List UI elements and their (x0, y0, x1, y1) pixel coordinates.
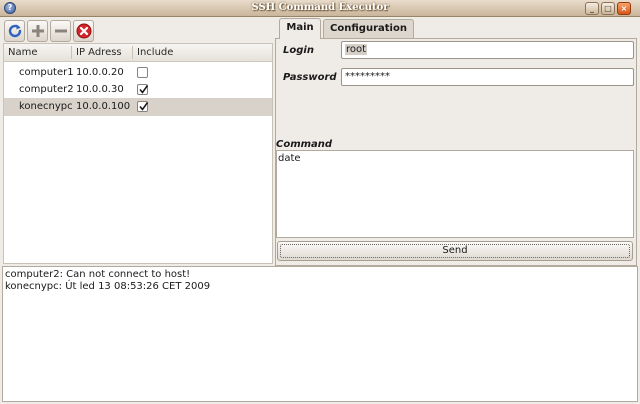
minimize-button[interactable]: _ (585, 2, 599, 15)
host-ip: 10.0.0.100 (76, 101, 131, 112)
plus-icon (32, 25, 44, 37)
host-ip: 10.0.0.30 (76, 84, 124, 95)
include-checkbox[interactable] (137, 84, 149, 95)
command-value: date (278, 153, 301, 164)
checkmark-icon (139, 85, 149, 94)
command-textarea[interactable]: date (276, 150, 634, 238)
log-line: konecnypc: Út led 13 08:53:26 CET 2009 (5, 281, 211, 292)
password-field[interactable]: ********* (341, 68, 634, 86)
host-name: konecnypc (19, 101, 73, 112)
stop-button[interactable] (73, 20, 94, 42)
close-window-button[interactable]: × (617, 2, 631, 15)
column-header-name[interactable]: Name (8, 47, 38, 58)
host-name: computer1 (19, 67, 74, 78)
output-log[interactable]: computer2: Can not connect to host! kone… (2, 266, 638, 402)
host-row[interactable]: computer1 10.0.0.20 (4, 64, 272, 82)
add-host-button[interactable] (27, 20, 48, 42)
remove-host-button[interactable] (50, 20, 71, 42)
stop-icon (76, 23, 92, 39)
host-row[interactable]: computer2 10.0.0.30 (4, 81, 272, 99)
column-separator[interactable] (132, 46, 133, 59)
column-header-ip[interactable]: IP Adress (76, 47, 122, 58)
minus-icon (55, 29, 67, 33)
send-button-label: Send (442, 245, 468, 256)
host-row[interactable]: konecnypc 10.0.0.100 (4, 98, 272, 116)
login-label: Login (283, 45, 314, 56)
log-line: computer2: Can not connect to host! (5, 269, 191, 280)
password-value: ********* (345, 71, 390, 82)
host-list[interactable]: Name IP Adress Include computer1 10.0.0.… (3, 43, 273, 264)
refresh-button[interactable] (4, 20, 25, 42)
host-list-header: Name IP Adress Include (4, 44, 272, 62)
password-label: Password (283, 72, 337, 83)
command-label: Command (276, 139, 333, 150)
column-header-include[interactable]: Include (137, 47, 173, 58)
include-checkbox[interactable] (137, 67, 148, 78)
host-ip: 10.0.0.20 (76, 67, 124, 78)
checkmark-icon (139, 102, 149, 111)
login-field[interactable]: root (341, 41, 634, 59)
window-title: SSH Command Executor (251, 2, 389, 13)
include-checkbox[interactable] (137, 101, 149, 112)
title-bar[interactable]: ? SSH Command Executor _ □ × (0, 0, 640, 17)
tab-configuration[interactable]: Configuration (323, 19, 414, 38)
column-separator[interactable] (71, 46, 72, 59)
tab-main[interactable]: Main (279, 18, 321, 39)
send-button[interactable]: Send (277, 241, 633, 261)
login-value: root (345, 44, 368, 55)
host-name: computer2 (19, 84, 74, 95)
maximize-button[interactable]: □ (601, 2, 615, 15)
refresh-icon (8, 24, 22, 38)
